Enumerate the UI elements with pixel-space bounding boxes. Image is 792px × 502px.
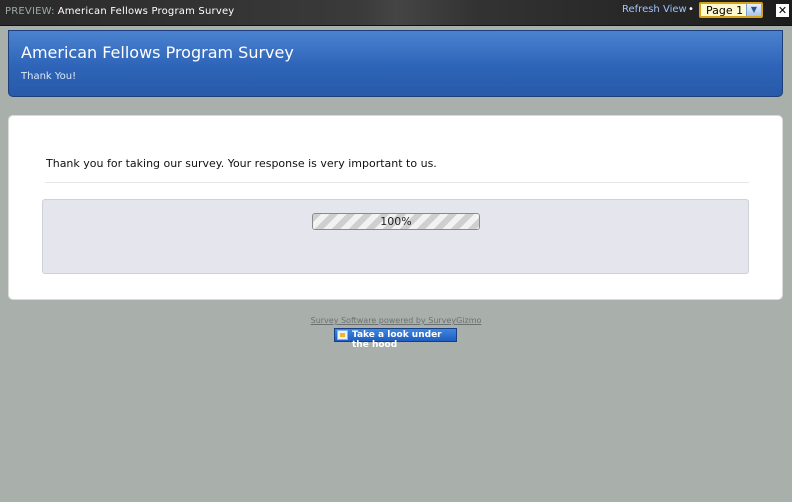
thank-you-message: Thank you for taking our survey. Your re… — [46, 157, 437, 170]
under-the-hood-button[interactable]: Take a look under the hood — [334, 328, 457, 350]
under-the-hood-label: Take a look under the hood — [352, 330, 442, 350]
preview-toolbar: PREVIEW: American Fellows Program Survey … — [0, 0, 792, 26]
survey-header: American Fellows Program Survey Thank Yo… — [8, 30, 783, 97]
close-icon[interactable]: ✕ — [776, 4, 789, 17]
survey-content-card: Thank you for taking our survey. Your re… — [8, 115, 783, 300]
preview-title: American Fellows Program Survey — [57, 6, 235, 17]
window-icon — [337, 330, 348, 340]
chevron-down-icon[interactable]: ▼ — [746, 4, 761, 16]
toolbar-separator: • — [688, 4, 694, 15]
page-select[interactable]: Page 1 ▼ — [699, 2, 763, 18]
progress-bar: 100% — [312, 213, 480, 230]
refresh-view-link[interactable]: Refresh View — [622, 4, 687, 15]
page-select-value: Page 1 — [706, 4, 744, 17]
survey-title: American Fellows Program Survey — [21, 43, 294, 62]
powered-by-link[interactable]: Survey Software powered by SurveyGizmo — [0, 316, 792, 325]
progress-panel: 100% — [42, 199, 749, 274]
preview-label-group: PREVIEW: American Fellows Program Survey — [5, 6, 234, 17]
divider — [45, 182, 749, 183]
preview-label: PREVIEW: — [5, 6, 55, 17]
page-subtitle: Thank You! — [21, 71, 77, 82]
progress-label: 100% — [380, 215, 412, 228]
